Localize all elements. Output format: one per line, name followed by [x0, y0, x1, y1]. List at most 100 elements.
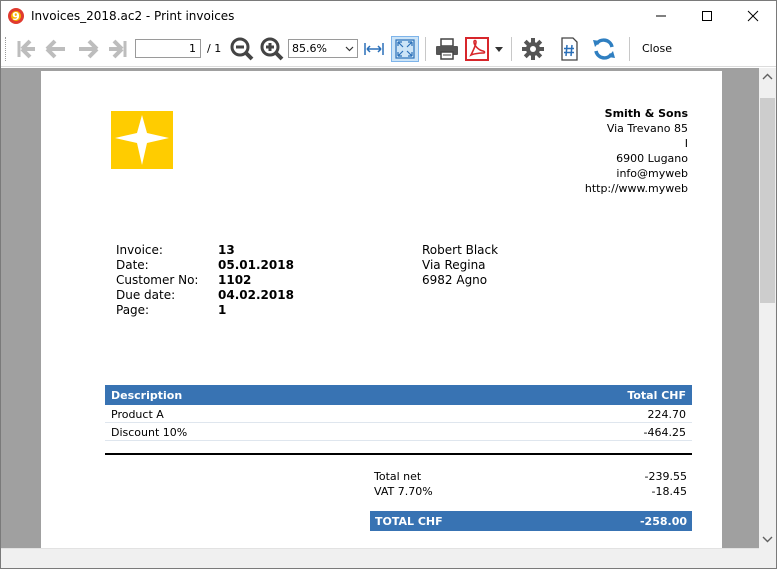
zoom-value: 85.6%	[292, 42, 327, 55]
customer-name: Robert Black	[422, 243, 499, 257]
item-description: Discount 10%	[111, 426, 188, 439]
vat-row: VAT 7.70% -18.45	[370, 484, 692, 499]
invoice-items-table: Description Total CHF Product A 224.70 D…	[105, 385, 692, 441]
toolbar-separator	[425, 37, 426, 61]
scroll-down-icon[interactable]	[759, 532, 776, 546]
previous-page-button[interactable]	[43, 36, 69, 62]
vertical-scrollbar-thumb[interactable]	[760, 98, 775, 303]
svg-text:9: 9	[12, 10, 20, 23]
description-header: Description	[111, 389, 183, 402]
close-window-button[interactable]	[730, 1, 776, 31]
minimize-icon	[656, 15, 666, 17]
totals-block: Total net -239.55 VAT 7.70% -18.45	[370, 469, 692, 499]
last-page-icon	[109, 39, 127, 59]
page-label: Page:	[116, 303, 150, 317]
grand-total-row: TOTAL CHF -258.00	[370, 511, 692, 531]
settings-button[interactable]	[519, 36, 547, 62]
total-net-label: Total net	[374, 470, 422, 483]
total-net-value: -239.55	[644, 470, 687, 483]
grand-total-label: TOTAL CHF	[375, 515, 443, 528]
customer-number: 1102	[218, 273, 252, 287]
table-header: Description Total CHF	[105, 385, 692, 405]
page-total-label: / 1	[207, 42, 222, 55]
item-description: Product A	[111, 408, 164, 421]
maximize-button[interactable]	[684, 1, 730, 31]
print-preview-area[interactable]: Smith & Sons Via Trevano 85 I 6900 Lugan…	[1, 68, 759, 548]
fit-page-icon	[395, 39, 415, 59]
invoice-page: Smith & Sons Via Trevano 85 I 6900 Lugan…	[41, 71, 722, 548]
company-address: Smith & Sons Via Trevano 85 I 6900 Lugan…	[585, 106, 688, 196]
toolbar-separator	[511, 37, 512, 61]
page-number: 1	[218, 303, 227, 317]
table-row: Product A 224.70	[105, 405, 692, 423]
toolbar-grip[interactable]	[5, 37, 8, 61]
company-name: Smith & Sons	[604, 107, 688, 120]
fit-page-button[interactable]	[391, 36, 419, 62]
due-date: 04.02.2018	[218, 288, 294, 302]
due-date-label: Due date:	[116, 288, 176, 302]
vat-label: VAT 7.70%	[374, 485, 433, 498]
next-page-button[interactable]	[75, 36, 101, 62]
fit-width-icon	[364, 43, 384, 55]
window-title: Invoices_2018.ac2 - Print invoices	[31, 9, 235, 23]
invoice-label: Invoice:	[116, 243, 163, 257]
app-logo-icon: 9	[8, 8, 24, 24]
print-button[interactable]	[433, 36, 461, 62]
invoice-number: 13	[218, 243, 235, 257]
zoom-select[interactable]: 85.6%	[288, 39, 358, 58]
printer-icon	[436, 38, 458, 60]
print-invoices-window: 9 Invoices_2018.ac2 - Print invoices 1 /…	[0, 0, 777, 569]
toolbar-separator	[629, 37, 630, 61]
company-street: Via Trevano 85	[606, 122, 688, 135]
close-button[interactable]: Close	[642, 42, 672, 55]
fit-width-button[interactable]	[361, 36, 387, 62]
refresh-icon	[593, 38, 615, 60]
company-city: 6900 Lugano	[616, 152, 688, 165]
scrollbar-corner	[759, 548, 776, 568]
zoom-in-icon	[260, 37, 284, 61]
first-page-button[interactable]	[13, 36, 39, 62]
invoice-info-labels: Invoice: Date: Customer No: Due date: Pa…	[116, 243, 198, 318]
export-pdf-button[interactable]	[464, 36, 490, 62]
zoom-in-button[interactable]	[259, 36, 285, 62]
refresh-button[interactable]	[591, 36, 617, 62]
pdf-icon	[465, 37, 489, 61]
chevron-down-icon	[345, 46, 354, 52]
customer-address: Robert Black Via Regina 6982 Agno	[422, 243, 498, 288]
last-page-button[interactable]	[105, 36, 131, 62]
table-bottom-rule	[105, 453, 692, 455]
title-bar: 9 Invoices_2018.ac2 - Print invoices	[1, 1, 776, 31]
arrow-right-icon	[79, 39, 99, 59]
date-label: Date:	[116, 258, 149, 272]
item-total: -464.25	[643, 426, 686, 439]
caret-down-icon	[495, 47, 503, 52]
customer-street: Via Regina	[422, 258, 486, 272]
company-country: I	[684, 137, 688, 150]
zoom-out-icon	[230, 37, 254, 61]
total-net-row: Total net -239.55	[370, 469, 692, 484]
page-number-input[interactable]: 1	[135, 39, 201, 58]
invoice-date: 05.01.2018	[218, 258, 294, 272]
table-row: Discount 10% -464.25	[105, 423, 692, 441]
maximize-icon	[702, 11, 712, 21]
scroll-up-icon[interactable]	[759, 70, 776, 84]
horizontal-scrollbar[interactable]	[1, 548, 759, 568]
arrow-left-icon	[45, 39, 65, 59]
company-website: http://www.myweb	[584, 182, 688, 195]
zoom-out-button[interactable]	[229, 36, 255, 62]
company-email: info@myweb	[616, 167, 688, 180]
gear-icon	[522, 38, 544, 60]
pdf-options-dropdown[interactable]	[493, 36, 505, 62]
first-page-icon	[17, 39, 35, 59]
customer-city: 6982 Agno	[422, 273, 488, 287]
total-header: Total CHF	[627, 389, 686, 402]
close-icon	[747, 10, 759, 22]
vat-value: -18.45	[651, 485, 687, 498]
page-numbering-button[interactable]	[557, 36, 581, 62]
vertical-scrollbar[interactable]	[759, 68, 776, 548]
minimize-button[interactable]	[638, 1, 684, 31]
item-total: 224.70	[647, 408, 687, 421]
invoice-info-values: 13 05.01.2018 1102 04.02.2018 1	[218, 243, 294, 318]
hash-document-icon	[561, 37, 578, 61]
grand-total-value: -258.00	[639, 515, 687, 528]
